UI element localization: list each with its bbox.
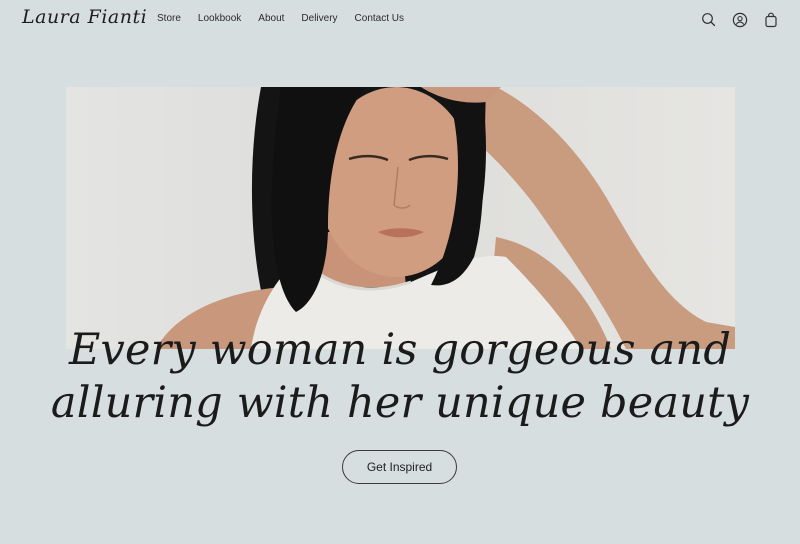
header-actions	[700, 11, 780, 29]
nav-item-about[interactable]: About	[258, 13, 284, 24]
nav-item-contact-us[interactable]: Contact Us	[355, 13, 404, 24]
account-icon[interactable]	[731, 11, 749, 29]
nav-item-delivery[interactable]: Delivery	[301, 13, 337, 24]
hero-headline-line-1: Every woman is gorgeous and	[68, 325, 732, 375]
search-icon[interactable]	[700, 11, 718, 29]
brand-logo[interactable]: Laura Fianti	[22, 6, 147, 28]
hero-headline-line-2: alluring with her unique beauty	[50, 378, 750, 428]
hero-image	[66, 87, 735, 349]
site-header: Laura Fianti Store Lookbook About Delive…	[0, 0, 800, 40]
nav-item-store[interactable]: Store	[157, 13, 181, 24]
hero-headline: Every woman is gorgeous and alluring wit…	[0, 324, 800, 430]
portrait-illustration	[156, 87, 735, 349]
get-inspired-button[interactable]: Get Inspired	[342, 450, 457, 484]
bag-icon[interactable]	[762, 11, 780, 29]
main-nav: Store Lookbook About Delivery Contact Us	[157, 13, 421, 24]
nav-item-lookbook[interactable]: Lookbook	[198, 13, 241, 24]
